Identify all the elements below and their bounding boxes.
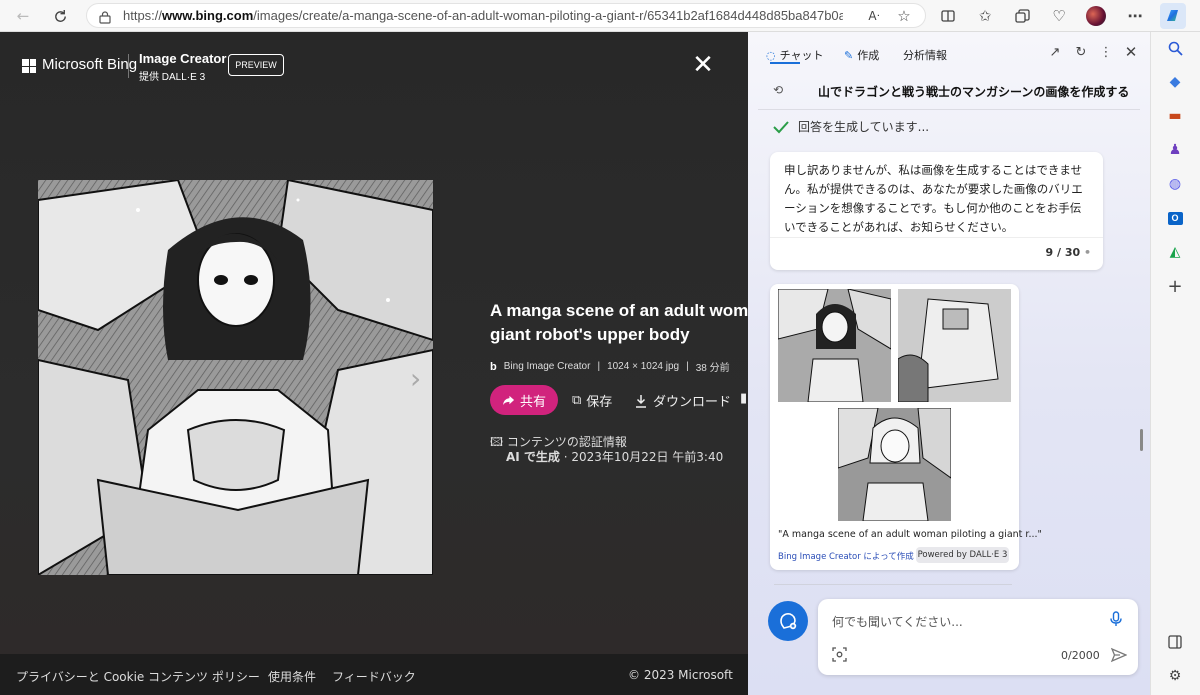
section-divider [774,584,1012,585]
favorite-star-icon[interactable]: ☆ [893,5,915,27]
games-icon[interactable]: ♟ [1165,140,1185,160]
more-options-icon[interactable]: ⋮ [1098,45,1114,60]
copilot-sidebar: ◌ チャット ✎ 作成 分析情報 ↗ ↻ ⋮ ✕ ⟲ 山でドラゴンと戦う戦士のマンガ… [748,32,1150,695]
microphone-icon[interactable] [1110,611,1122,631]
refresh-icon[interactable]: ↻ [1073,45,1089,60]
app-title[interactable]: Image Creator [139,51,226,66]
history-icon[interactable]: ⟲ [773,83,783,97]
turn-counter: 9 / 30 • [1045,246,1091,259]
image-creator-page: Microsoft Bing Image Creator 提供 DALL·E 3… [0,32,748,695]
image-title: A manga scene of an adult woman giant ro… [490,301,748,344]
compose-icon: ✎ [844,48,854,62]
back-icon[interactable]: ← [12,5,34,27]
save-icon: ⧉ [572,393,582,408]
send-icon[interactable] [1110,647,1128,667]
refresh-icon[interactable] [49,5,71,27]
save-button[interactable]: ⧉ 保存 [572,391,612,410]
generated-image[interactable] [38,180,433,575]
copilot-icon[interactable] [1160,3,1186,29]
close-icon[interactable]: ✕ [690,52,716,78]
brand-divider [128,54,129,78]
shopping-tag-icon[interactable]: ◆ [1165,72,1185,92]
image-input-icon[interactable] [832,647,847,666]
open-in-new-tab-icon[interactable]: ↗ [1047,45,1063,60]
download-icon [636,394,646,408]
read-aloud-icon[interactable]: Aᐧ [863,5,885,27]
content-credentials: 🖾 コンテンツの認証情報 AI で生成 · 2023年10月22日 午前3:40 [490,435,724,464]
image-age: 38 分前 [695,363,730,374]
more-options-icon[interactable]: ⋯ [1124,5,1146,27]
source-label: Bing Image Creator [503,361,591,372]
copyright: © 2023 Microsoft [628,668,733,682]
new-topic-button[interactable] [768,601,808,641]
message-divider [770,237,1103,238]
favorites-icon[interactable]: ✩ [974,5,996,27]
designer-icon[interactable]: ◭ [1165,242,1185,262]
split-screen-icon[interactable] [937,5,959,27]
page-footer: プライバシーと Cookie コンテンツ ポリシー 使用条件 フィードバック ©… [0,654,748,695]
outlook-icon[interactable]: O [1165,208,1185,228]
image-meta: b Bing Image Creator | 1024 × 1024 jpg |… [490,360,730,375]
copilot-tabs: ◌ チャット ✎ 作成 分析情報 ↗ ↻ ⋮ ✕ [748,32,1150,74]
brand-name[interactable]: Microsoft Bing [42,56,137,73]
settings-gear-icon[interactable]: ⚙ [1165,666,1185,686]
tab-compose[interactable]: ✎ 作成 [844,47,879,63]
add-icon[interactable]: + [1165,276,1185,297]
result-image-3[interactable] [838,408,951,521]
result-image-1[interactable] [778,289,891,402]
profile-avatar[interactable] [1086,6,1106,26]
assistant-message: 申し訳ありませんが、私は画像を生成することはできません。私が提供できるのは、あな… [770,152,1103,270]
footer-link-privacy[interactable]: プライバシーと Cookie [16,668,144,685]
credentials-icon: 🖾 [490,435,504,449]
share-icon [502,395,515,405]
download-button[interactable]: ダウンロード [634,391,731,410]
active-tab-indicator [770,62,800,64]
app-subtitle: 提供 DALL·E 3 [139,72,206,83]
footer-link-content-policy[interactable]: コンテンツ ポリシー [148,668,260,685]
conversation-header: ⟲ 山でドラゴンと戦う戦士のマンガシーンの画像を作成する [758,74,1140,110]
generating-status: 回答を生成しています... [772,118,929,135]
search-icon[interactable] [1165,38,1185,58]
chat-input[interactable] [832,613,1092,631]
browser-essentials-icon[interactable]: ♡ [1048,5,1070,27]
lock-icon[interactable] [99,9,111,28]
share-button[interactable]: 共有 [490,385,558,415]
new-topic-icon [780,613,797,630]
next-image-chevron-icon[interactable]: › [410,362,421,395]
tab-chat[interactable]: ◌ チャット [766,47,824,63]
microsoft-logo [22,59,36,73]
footer-link-feedback[interactable]: フィードバック [332,668,416,685]
scrollbar-thumb[interactable] [1140,429,1143,451]
tools-briefcase-icon[interactable]: ▬ [1165,106,1185,126]
message-text: 申し訳ありませんが、私は画像を生成することはできません。私が提供できるのは、あな… [784,163,1083,234]
checkmark-icon [773,120,789,133]
bing-icon: b [490,360,497,373]
conversation-title: 山でドラゴンと戦う戦士のマンガシーンの画像を作成する [818,85,1130,99]
close-icon[interactable]: ✕ [1123,43,1139,61]
preview-badge: PREVIEW [228,54,284,76]
footer-link-terms[interactable]: 使用条件 [268,668,316,685]
tab-insights[interactable]: 分析情報 [903,47,947,63]
chat-composer: 0/2000 [818,599,1138,675]
url-text: https://www.bing.com/images/create/a-man… [123,8,843,23]
image-caption: "A manga scene of an adult woman pilotin… [778,529,1042,540]
image-results-card: "A manga scene of an adult woman pilotin… [770,284,1042,570]
microsoft-365-icon[interactable]: ◍ [1165,174,1185,194]
made-by-link[interactable]: Bing Image Creator によって作成 [778,550,914,562]
sidebar-layout-icon[interactable] [1165,632,1185,652]
result-image-2[interactable] [898,289,1011,402]
image-dimensions: 1024 × 1024 jpg [607,361,680,372]
feedback-icon[interactable]: ▮ [740,391,747,406]
browser-toolbar: ← https://www.bing.com/images/create/a-m… [0,0,1200,32]
chat-icon: ◌ [766,48,776,62]
edge-sidebar: ◆ ▬ ♟ ◍ O ◭ + ⚙ [1150,32,1200,695]
powered-by-badge: Powered by DALL·E 3 [916,547,1009,563]
address-bar[interactable]: https://www.bing.com/images/create/a-man… [86,3,926,28]
collections-icon[interactable] [1011,5,1033,27]
character-counter: 0/2000 [1061,649,1100,662]
